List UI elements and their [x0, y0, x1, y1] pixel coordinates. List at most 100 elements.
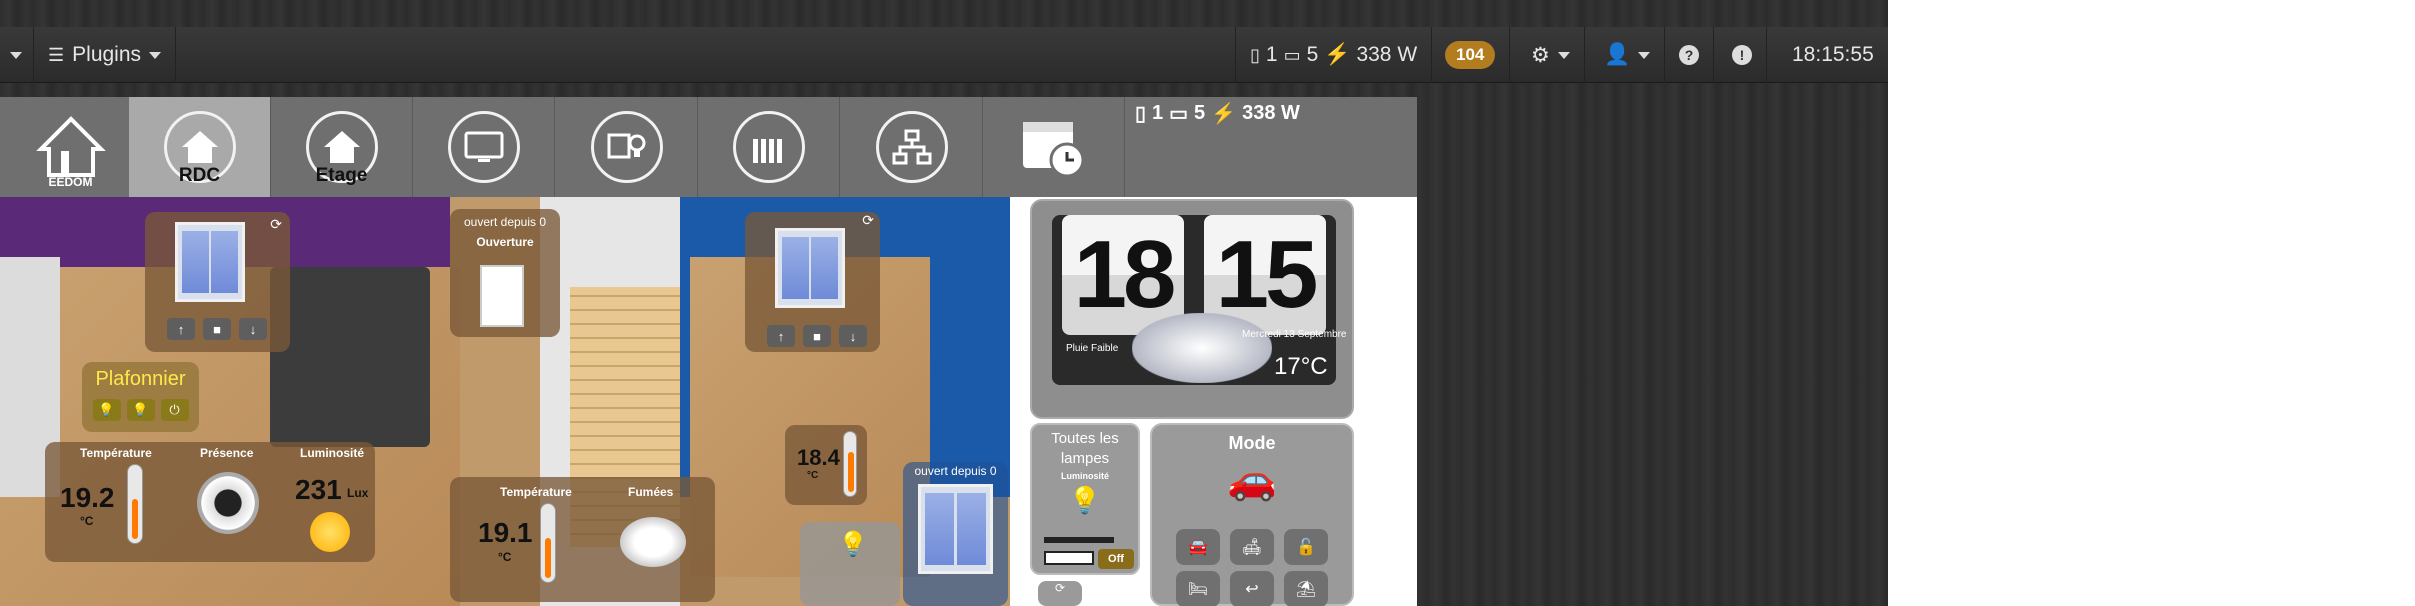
settings-menu[interactable]: ⚙ — [1517, 27, 1585, 83]
temperature-label: Température — [500, 485, 572, 499]
menu-rdc-label: RDC — [178, 165, 221, 186]
shutter-down-button[interactable]: ↓ — [839, 325, 867, 347]
lamp-panel-icon — [590, 111, 663, 183]
question-icon: ? — [1679, 45, 1699, 65]
presence-sensor-icon — [197, 472, 259, 534]
help-button[interactable]: ? — [1665, 27, 1714, 83]
shutter-up-button[interactable]: ↑ — [167, 318, 195, 340]
mode-car-button[interactable]: 🚘 — [1176, 529, 1220, 565]
bulb-icon[interactable]: 💡 — [92, 399, 121, 421]
tv-icon — [447, 111, 520, 183]
shutter-widget-chambre[interactable]: ⟳ ↑ ■ ↓ — [745, 212, 880, 352]
summary-stats[interactable]: ▯ 1 ▭ 5 ⚡ 338 W — [1235, 27, 1433, 83]
door-icon — [480, 265, 524, 327]
menu-network[interactable] — [841, 97, 983, 197]
temp-chambre-widget: 18.4 °C — [785, 425, 867, 505]
refresh-icon[interactable]: ⟳ — [270, 216, 282, 233]
user-icon: 👤 — [1604, 43, 1631, 66]
current-time: 18:15:55 — [1792, 43, 1874, 66]
mode-sofa-button[interactable]: 🛋 — [1230, 529, 1274, 565]
chevron-down-icon — [10, 51, 22, 59]
top-navbar: ☰ Plugins ▯ 1 ▭ 5 ⚡ 338 W 104 ⚙ 👤 ? ! 18… — [0, 27, 1888, 83]
sensors-entree-widget: Température Fumées 19.1 °C — [450, 477, 715, 602]
mode-bed-button[interactable]: 🛏 — [1176, 571, 1220, 606]
messages-badge: 104 — [1445, 41, 1496, 69]
shutter-stop-button[interactable]: ■ — [803, 325, 831, 347]
refresh-icon[interactable]: ⟳ — [862, 212, 874, 229]
thermometer-icon — [540, 503, 556, 583]
mode-return-button[interactable]: ↩ — [1230, 571, 1274, 606]
window-icon — [175, 222, 245, 302]
refresh-widget[interactable]: ⟳ — [1038, 581, 1082, 606]
menu-etage[interactable]: Etage — [271, 97, 413, 197]
plugins-menu[interactable]: ☰ Plugins — [34, 27, 177, 83]
menu-home-logo[interactable]: EEDOM — [0, 97, 142, 197]
car-icon: 🚗 — [1227, 458, 1277, 502]
closed-count: 5 — [1194, 102, 1206, 124]
lamps-title: Toutes les lampes — [1051, 430, 1119, 467]
brightness-slider[interactable] — [1044, 537, 1114, 543]
brightness-input[interactable] — [1044, 551, 1094, 565]
messages-badge-item[interactable]: 104 — [1431, 27, 1511, 83]
lamps-sublabel: Luminosité — [1060, 471, 1109, 481]
menu-calendar[interactable] — [983, 97, 1125, 197]
ouverture-widget[interactable]: ouvert depuis 0 Ouverture — [450, 209, 560, 337]
window-icon — [775, 228, 845, 308]
plafonnier-widget[interactable]: Plafonnier 💡 💡 ⏻ — [82, 362, 199, 432]
shutter-widget-salon[interactable]: ⟳ ↑ ■ ↓ — [145, 212, 290, 352]
mode-beach-button[interactable]: ⛱ — [1284, 571, 1328, 606]
mode-widget[interactable]: Mode 🚗 🚘 🛋 🔓 🛏 ↩ ⛱ — [1150, 423, 1354, 606]
radiator-icon — [732, 111, 805, 183]
user-menu[interactable]: 👤 — [1590, 27, 1666, 83]
alert-button[interactable]: ! — [1718, 27, 1767, 83]
car-icon: 🚘 — [1188, 539, 1208, 556]
sun-icon — [310, 512, 350, 552]
ouvert-depuis-label: ouvert depuis 0 — [914, 464, 997, 478]
rain-cloud-icon — [1132, 313, 1272, 383]
power-value: 338 W — [1356, 43, 1418, 66]
bulb-icon[interactable]: 💡 — [126, 399, 155, 421]
lux-unit: Lux — [347, 486, 369, 500]
lamp-widget[interactable]: 💡 — [800, 522, 900, 606]
collapsed-menu-dropdown[interactable] — [0, 27, 34, 83]
ouvert-depuis-label: ouvert depuis 0 — [463, 215, 547, 229]
menu-lights[interactable] — [556, 97, 698, 197]
menu-rdc[interactable]: RDC — [129, 97, 271, 197]
logo-text: EEDOM — [48, 175, 93, 189]
plugins-label: Plugins — [72, 43, 142, 66]
design-view: EEDOM RDC Etage ▯ 1 ▭ 5 ⚡ 338 W ⟳ ↑ ■ ↓ … — [0, 97, 1417, 606]
temperature-value: 19.1 — [478, 517, 533, 548]
power-icon[interactable]: ⏻ — [160, 399, 189, 421]
shutter-stop-button[interactable]: ■ — [203, 318, 231, 340]
lock-icon: 🔓 — [1296, 539, 1316, 556]
bolt-icon: ⚡ — [1324, 43, 1351, 66]
mode-lock-button[interactable]: 🔓 — [1284, 529, 1328, 565]
network-icon — [875, 111, 948, 183]
menu-heating[interactable] — [698, 97, 840, 197]
clock-display: 18:15:55 — [1778, 27, 1888, 83]
presence-label: Présence — [200, 446, 254, 460]
calendar-clock-icon — [1022, 122, 1084, 178]
thermometer-icon — [843, 431, 857, 497]
bulb-icon: 💡 — [1068, 485, 1102, 515]
temperature-label: Température — [80, 446, 152, 460]
shutter-up-button[interactable]: ↑ — [767, 325, 795, 347]
luminosite-label: Luminosité — [300, 446, 365, 460]
window-widget-3[interactable]: ouvert depuis 0 — [903, 462, 1008, 606]
door-icon: ▯ — [1135, 103, 1147, 125]
window-icon — [918, 484, 993, 574]
chevron-down-icon — [1557, 51, 1570, 59]
thermometer-icon — [127, 464, 143, 544]
temperature-unit: °C — [498, 550, 512, 564]
temperature-value: 18.4 — [797, 445, 840, 470]
all-lamps-widget[interactable]: Toutes les lampes Luminosité 💡 Off — [1030, 423, 1140, 575]
window-icon: ▭ — [1169, 103, 1189, 125]
date-text: Mercredi 13 Septembre — [1242, 329, 1347, 340]
design-menubar: EEDOM RDC Etage ▯ 1 ▭ 5 ⚡ 338 W — [0, 97, 1417, 197]
sofa-icon: 🛋 — [1241, 539, 1263, 556]
smoke-detector-icon — [620, 517, 686, 567]
plugins-icon: ☰ — [48, 44, 65, 65]
shutter-down-button[interactable]: ↓ — [239, 318, 267, 340]
menu-tv[interactable] — [413, 97, 555, 197]
off-toggle[interactable]: Off — [1098, 549, 1134, 569]
